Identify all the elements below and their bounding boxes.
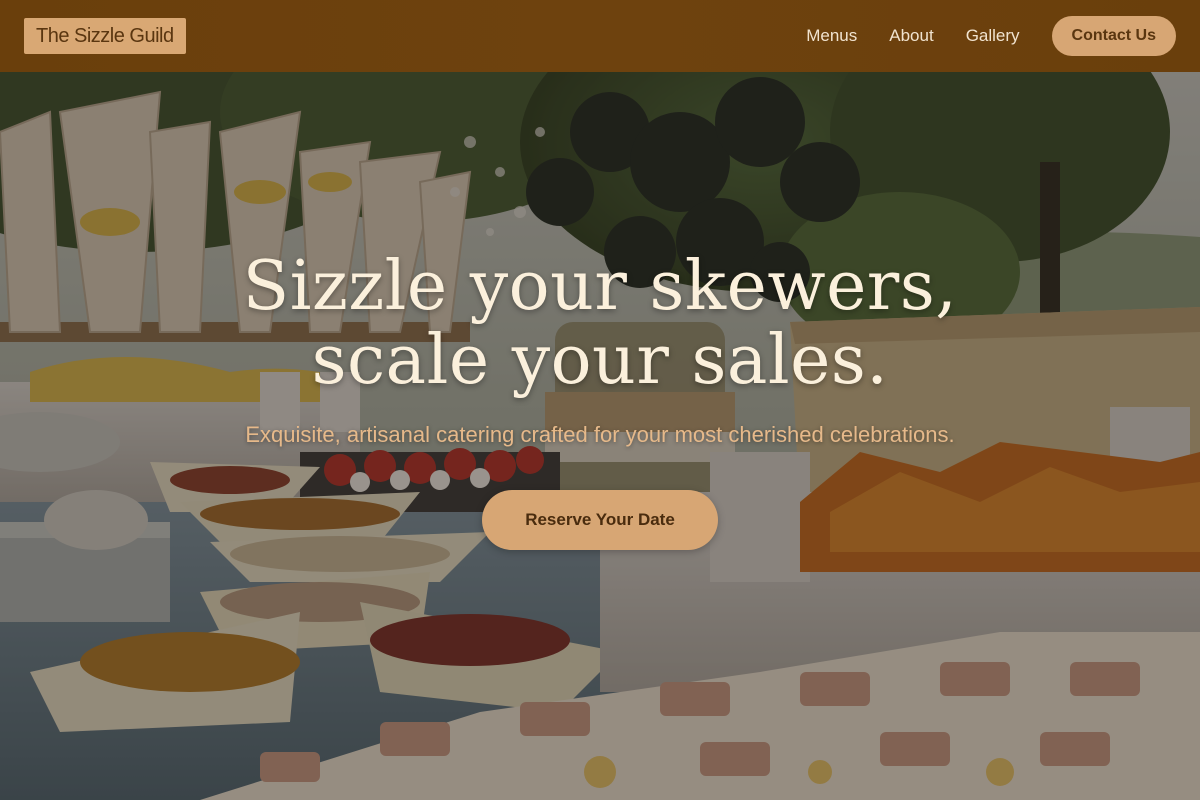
reserve-your-date-button[interactable]: Reserve Your Date	[482, 490, 718, 550]
nav-link-gallery[interactable]: Gallery	[966, 26, 1020, 46]
site-logo[interactable]: The Sizzle Guild	[24, 18, 186, 54]
hero-subtitle: Exquisite, artisanal catering crafted fo…	[245, 422, 955, 447]
hero-content: Sizzle your skewers, scale your sales. E…	[0, 72, 1200, 800]
contact-us-button[interactable]: Contact Us	[1051, 16, 1176, 56]
hero-section: Sizzle your skewers, scale your sales. E…	[0, 72, 1200, 800]
nav-link-menus[interactable]: Menus	[806, 26, 857, 46]
page: The Sizzle Guild Menus About Gallery Con…	[0, 0, 1200, 800]
nav-link-about[interactable]: About	[889, 26, 933, 46]
site-header: The Sizzle Guild Menus About Gallery Con…	[0, 0, 1200, 72]
main-nav: Menus About Gallery Contact Us	[806, 0, 1176, 72]
hero-title: Sizzle your skewers, scale your sales.	[242, 247, 958, 400]
